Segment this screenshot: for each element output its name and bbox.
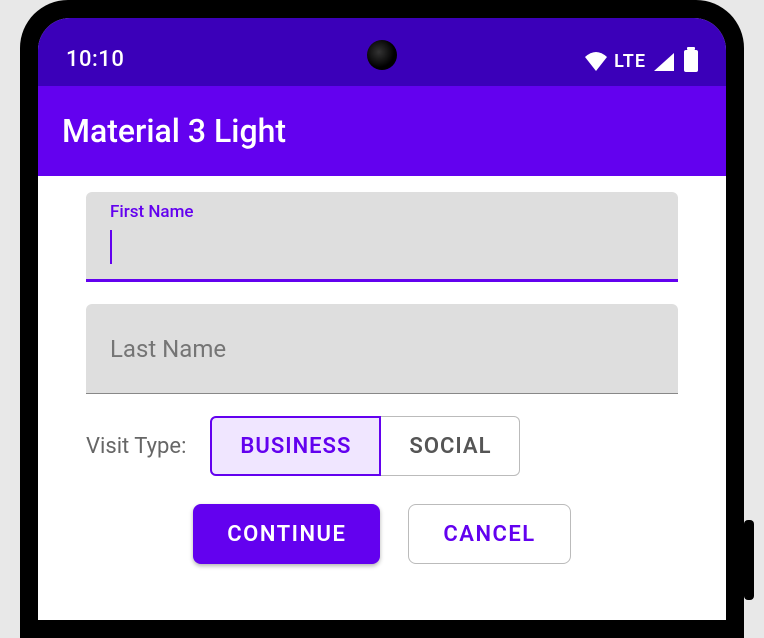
- segment-business[interactable]: BUSINESS: [210, 416, 381, 476]
- screen: 10:10 LTE Material 3 Light First: [38, 18, 726, 620]
- phone-bezel: 10:10 LTE Material 3 Light First: [30, 10, 734, 628]
- app-title: Material 3 Light: [62, 112, 286, 150]
- signal-icon: [652, 51, 676, 71]
- status-time: 10:10: [66, 47, 124, 72]
- content-area: First Name Visit Type: BUSINESS SOCIAL C…: [38, 176, 726, 564]
- action-buttons: CONTINUE CANCEL: [86, 504, 678, 564]
- last-name-input[interactable]: [86, 304, 678, 393]
- cancel-button[interactable]: CANCEL: [408, 504, 570, 564]
- continue-button[interactable]: CONTINUE: [193, 504, 380, 564]
- side-button: [744, 520, 754, 600]
- visit-type-row: Visit Type: BUSINESS SOCIAL: [86, 416, 678, 476]
- status-icons: LTE: [584, 50, 698, 72]
- network-label: LTE: [614, 51, 646, 72]
- last-name-field[interactable]: [86, 304, 678, 394]
- phone-frame: 10:10 LTE Material 3 Light First: [20, 0, 744, 638]
- visit-type-label: Visit Type:: [86, 434, 186, 459]
- segment-social[interactable]: SOCIAL: [381, 416, 520, 476]
- first-name-field[interactable]: First Name: [86, 192, 678, 282]
- first-name-label: First Name: [110, 202, 193, 222]
- visit-type-segmented: BUSINESS SOCIAL: [210, 416, 520, 476]
- camera-cutout: [367, 40, 397, 70]
- app-bar: Material 3 Light: [38, 86, 726, 176]
- wifi-icon: [584, 51, 608, 71]
- first-name-input[interactable]: [108, 232, 656, 257]
- battery-icon: [684, 50, 698, 72]
